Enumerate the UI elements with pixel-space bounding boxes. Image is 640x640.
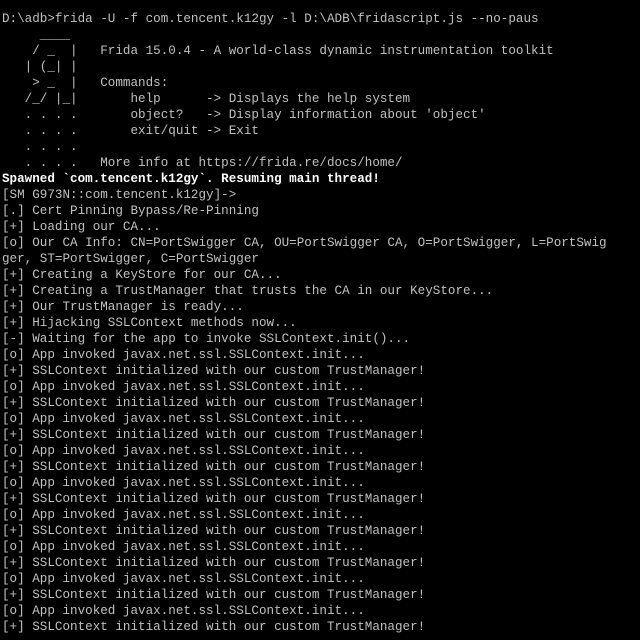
- terminal-line: [o] App invoked javax.net.ssl.SSLContext…: [2, 444, 365, 458]
- terminal-line: [.] Cert Pinning Bypass/Re-Pinning: [2, 204, 259, 218]
- terminal-line: [SM G973N::com.tencent.k12gy]->: [2, 188, 237, 202]
- terminal-line: Spawned `com.tencent.k12gy`. Resuming ma…: [2, 172, 380, 186]
- terminal-line: [+] SSLContext initialized with our cust…: [2, 556, 426, 570]
- terminal-line: [+] SSLContext initialized with our cust…: [2, 396, 426, 410]
- terminal-line: [+] SSLContext initialized with our cust…: [2, 364, 426, 378]
- terminal-line: /_/ |_| help -> Displays the help system: [2, 92, 411, 106]
- terminal-line: [+] Loading our CA...: [2, 220, 161, 234]
- terminal-line: [+] Creating a TrustManager that trusts …: [2, 284, 494, 298]
- terminal-output: D:\adb>frida -U -f com.tencent.k12gy -l …: [2, 11, 640, 635]
- terminal-line: [o] App invoked javax.net.ssl.SSLContext…: [2, 476, 365, 490]
- terminal-line: [+] Our TrustManager is ready...: [2, 300, 244, 314]
- terminal-window[interactable]: D:\adb>frida -U -f com.tencent.k12gy -l …: [0, 0, 640, 640]
- terminal-line: . . . . object? -> Display information a…: [2, 108, 486, 122]
- terminal-line: [+] SSLContext initialized with our cust…: [2, 492, 426, 506]
- terminal-line: . . . .: [2, 140, 78, 154]
- terminal-line: . . . . More info at https://frida.re/do…: [2, 156, 403, 170]
- terminal-line: ger, ST=PortSwigger, C=PortSwigger: [2, 252, 259, 266]
- terminal-line: [-] Waiting for the app to invoke SSLCon…: [2, 332, 411, 346]
- terminal-line: [o] App invoked javax.net.ssl.SSLContext…: [2, 380, 365, 394]
- terminal-line: [+] SSLContext initialized with our cust…: [2, 428, 426, 442]
- terminal-line: ____: [2, 28, 71, 42]
- terminal-line: [o] Our CA Info: CN=PortSwigger CA, OU=P…: [2, 236, 607, 250]
- terminal-line: [o] App invoked javax.net.ssl.SSLContext…: [2, 540, 365, 554]
- terminal-line: [+] Creating a KeyStore for our CA...: [2, 268, 282, 282]
- terminal-line: [o] App invoked javax.net.ssl.SSLContext…: [2, 348, 365, 362]
- terminal-line: > _ | Commands:: [2, 76, 169, 90]
- terminal-line: . . . . exit/quit -> Exit: [2, 124, 259, 138]
- terminal-line: [o] App invoked javax.net.ssl.SSLContext…: [2, 604, 365, 618]
- terminal-line: D:\adb>frida -U -f com.tencent.k12gy -l …: [2, 12, 539, 26]
- terminal-line: [o] App invoked javax.net.ssl.SSLContext…: [2, 572, 365, 586]
- terminal-line: / _ | Frida 15.0.4 - A world-class dynam…: [2, 44, 554, 58]
- terminal-line: [+] Hijacking SSLContext methods now...: [2, 316, 297, 330]
- terminal-line: [+] SSLContext initialized with our cust…: [2, 524, 426, 538]
- terminal-line: [o] App invoked javax.net.ssl.SSLContext…: [2, 508, 365, 522]
- terminal-line: [o] App invoked javax.net.ssl.SSLContext…: [2, 412, 365, 426]
- terminal-line: [+] SSLContext initialized with our cust…: [2, 588, 426, 602]
- terminal-line: [+] SSLContext initialized with our cust…: [2, 620, 426, 634]
- terminal-line: | (_| |: [2, 60, 78, 74]
- terminal-line: [+] SSLContext initialized with our cust…: [2, 460, 426, 474]
